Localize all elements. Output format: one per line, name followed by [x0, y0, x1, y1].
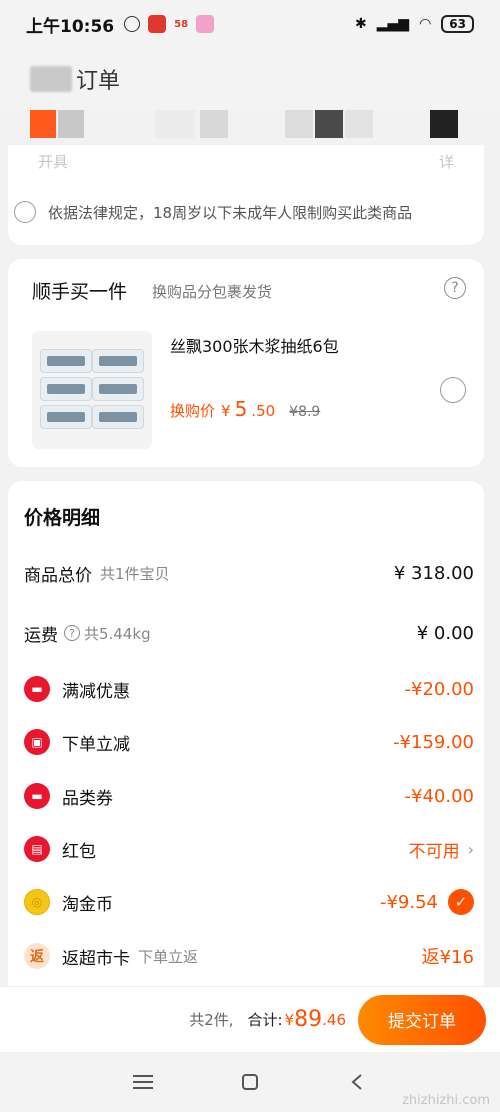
blur-block — [30, 110, 56, 138]
row-value: ¥ 0.00 — [416, 622, 474, 644]
row-order-discount: ▣ 下单立减 -¥159.00 — [24, 725, 474, 759]
badge-icon: 58 — [174, 18, 189, 30]
question-icon[interactable]: ? — [64, 625, 80, 641]
mute-icon — [124, 16, 141, 32]
signal-icon: ▂▄▆ — [376, 16, 410, 32]
addon-price: 换购价 ¥ 5 .50 ¥8.9 — [170, 397, 320, 421]
row-taojinbi[interactable]: ◎ 淘金币 -¥9.54 ✓ — [24, 885, 474, 919]
row-goods-total: 商品总价 共1件宝贝 ¥ 318.00 — [24, 556, 474, 590]
watermark: zhizhizhi.com — [402, 1093, 490, 1108]
age-consent-radio[interactable] — [14, 201, 36, 223]
discount-icon: ▣ — [24, 729, 50, 755]
blurred-region — [0, 110, 500, 148]
bluetooth-icon: ✱ — [355, 16, 367, 32]
menu-icon[interactable] — [130, 1069, 156, 1095]
blur-block — [345, 110, 373, 138]
battery-icon: 63 — [441, 15, 474, 33]
row-label: 下单立减 — [62, 734, 130, 755]
coin-icon: ◎ — [24, 889, 50, 915]
tissue-pack — [40, 405, 92, 429]
row-label: 返超市卡 — [62, 948, 130, 969]
tissue-pack — [40, 377, 92, 401]
status-time: 上午10:56 — [26, 16, 115, 37]
total-integer: 89 — [294, 1007, 323, 1032]
row-label: 运费 — [24, 625, 58, 646]
row-value: 不可用 — [408, 841, 460, 862]
faded-text-right: 详 — [438, 153, 454, 171]
checked-icon[interactable]: ✓ — [448, 889, 474, 915]
row-value: -¥159.00 — [393, 731, 474, 753]
price-currency: ¥ — [221, 402, 231, 420]
addon-card: 顺手买一件 换购品分包裹发货 ? 丝飘300张木浆抽纸6包 换购价 ¥ 5 .5… — [8, 259, 484, 467]
blur-block — [200, 110, 228, 138]
item-count: 共2件, — [189, 1011, 234, 1029]
original-price: ¥8.9 — [289, 404, 321, 420]
row-supermarket-card: 返 返超市卡 下单立返 返¥16 — [24, 939, 474, 973]
chevron-right-icon: › — [467, 839, 474, 859]
app-notification-icon-2 — [196, 15, 215, 33]
blur-block — [430, 110, 458, 138]
age-consent-text: 依据法律规定，18周岁以下未成年人限制购买此类商品 — [48, 203, 413, 222]
page-title: 订单 — [76, 69, 121, 94]
blur-block — [285, 110, 313, 138]
red-packet-icon: ▤ — [24, 836, 50, 862]
price-detail-card: 价格明细 商品总价 共1件宝贝 ¥ 318.00 运费 ? 共5.44kg ¥ … — [8, 481, 484, 986]
row-sub: 共5.44kg — [84, 624, 151, 643]
row-label: 淘金币 — [62, 894, 113, 915]
tissue-pack — [92, 405, 144, 429]
row-category-coupon[interactable]: ▬ 品类券 -¥40.00 — [24, 779, 474, 813]
row-label: 红包 — [62, 841, 96, 862]
row-value: -¥20.00 — [404, 678, 474, 700]
addon-subtitle: 换购品分包裹发货 — [152, 283, 273, 301]
help-icon[interactable]: ? — [444, 277, 466, 299]
total-label: 合计: — [247, 1011, 283, 1029]
blur-block — [315, 110, 343, 138]
row-shipping: 运费 ? 共5.44kg ¥ 0.00 — [24, 616, 474, 650]
price-detail-title: 价格明细 — [24, 507, 101, 529]
app-notification-icon — [148, 15, 167, 33]
total-currency: ¥ — [284, 1010, 295, 1029]
row-label: 满减优惠 — [62, 681, 130, 702]
price-decimal: .50 — [251, 402, 276, 420]
price-label: 换购价 — [170, 402, 216, 420]
status-bar: 上午10:56 58 ✱ ▂▄▆ ◠ 63 — [0, 0, 500, 48]
row-sub: 下单立返 — [138, 947, 199, 966]
total-decimal: .46 — [322, 1010, 346, 1029]
status-right: ✱ ▂▄▆ ◠ 63 — [355, 15, 474, 33]
tissue-pack — [40, 349, 92, 373]
faded-row: 开具 详 — [38, 151, 454, 171]
row-red-packet[interactable]: ▤ 红包 不可用 › — [24, 832, 474, 866]
home-icon[interactable] — [237, 1069, 263, 1095]
back-icon[interactable] — [344, 1069, 370, 1095]
price-integer: 5 — [234, 397, 248, 421]
product-image[interactable] — [32, 331, 152, 449]
wifi-icon: ◠ — [419, 16, 432, 32]
addon-select-radio[interactable] — [440, 377, 466, 403]
page-header: 订单 — [0, 48, 500, 110]
row-value: -¥9.54 — [379, 891, 438, 913]
faded-text-left: 开具 — [38, 153, 69, 171]
legal-card: 开具 详 依据法律规定，18周岁以下未成年人限制购买此类商品 — [8, 145, 484, 245]
blur-block — [58, 110, 84, 138]
ticket-icon: ▬ — [24, 676, 50, 702]
blurred-title-prefix — [30, 66, 72, 92]
tissue-pack — [92, 349, 144, 373]
submit-order-button[interactable]: 提交订单 — [358, 994, 486, 1045]
row-value: ¥ 318.00 — [393, 562, 474, 584]
checkout-bar: 共2件, 合计: ¥ 89 .46 提交订单 — [0, 986, 500, 1052]
row-value: 返¥16 — [421, 947, 474, 968]
coupon-icon: ▬ — [24, 783, 50, 809]
blur-block — [155, 110, 195, 138]
row-sub: 共1件宝贝 — [100, 564, 170, 583]
row-label: 商品总价 — [24, 565, 92, 586]
addon-title: 顺手买一件 — [32, 281, 128, 303]
status-notification-icons: 58 — [124, 15, 215, 33]
age-consent-row[interactable]: 依据法律规定，18周岁以下未成年人限制购买此类商品 — [14, 201, 412, 223]
row-full-reduction: ▬ 满减优惠 -¥20.00 — [24, 672, 474, 706]
row-label: 品类券 — [62, 788, 113, 809]
tissue-pack — [92, 377, 144, 401]
row-value: -¥40.00 — [404, 785, 474, 807]
product-name[interactable]: 丝飘300张木浆抽纸6包 — [170, 333, 339, 357]
rebate-icon: 返 — [24, 943, 50, 969]
